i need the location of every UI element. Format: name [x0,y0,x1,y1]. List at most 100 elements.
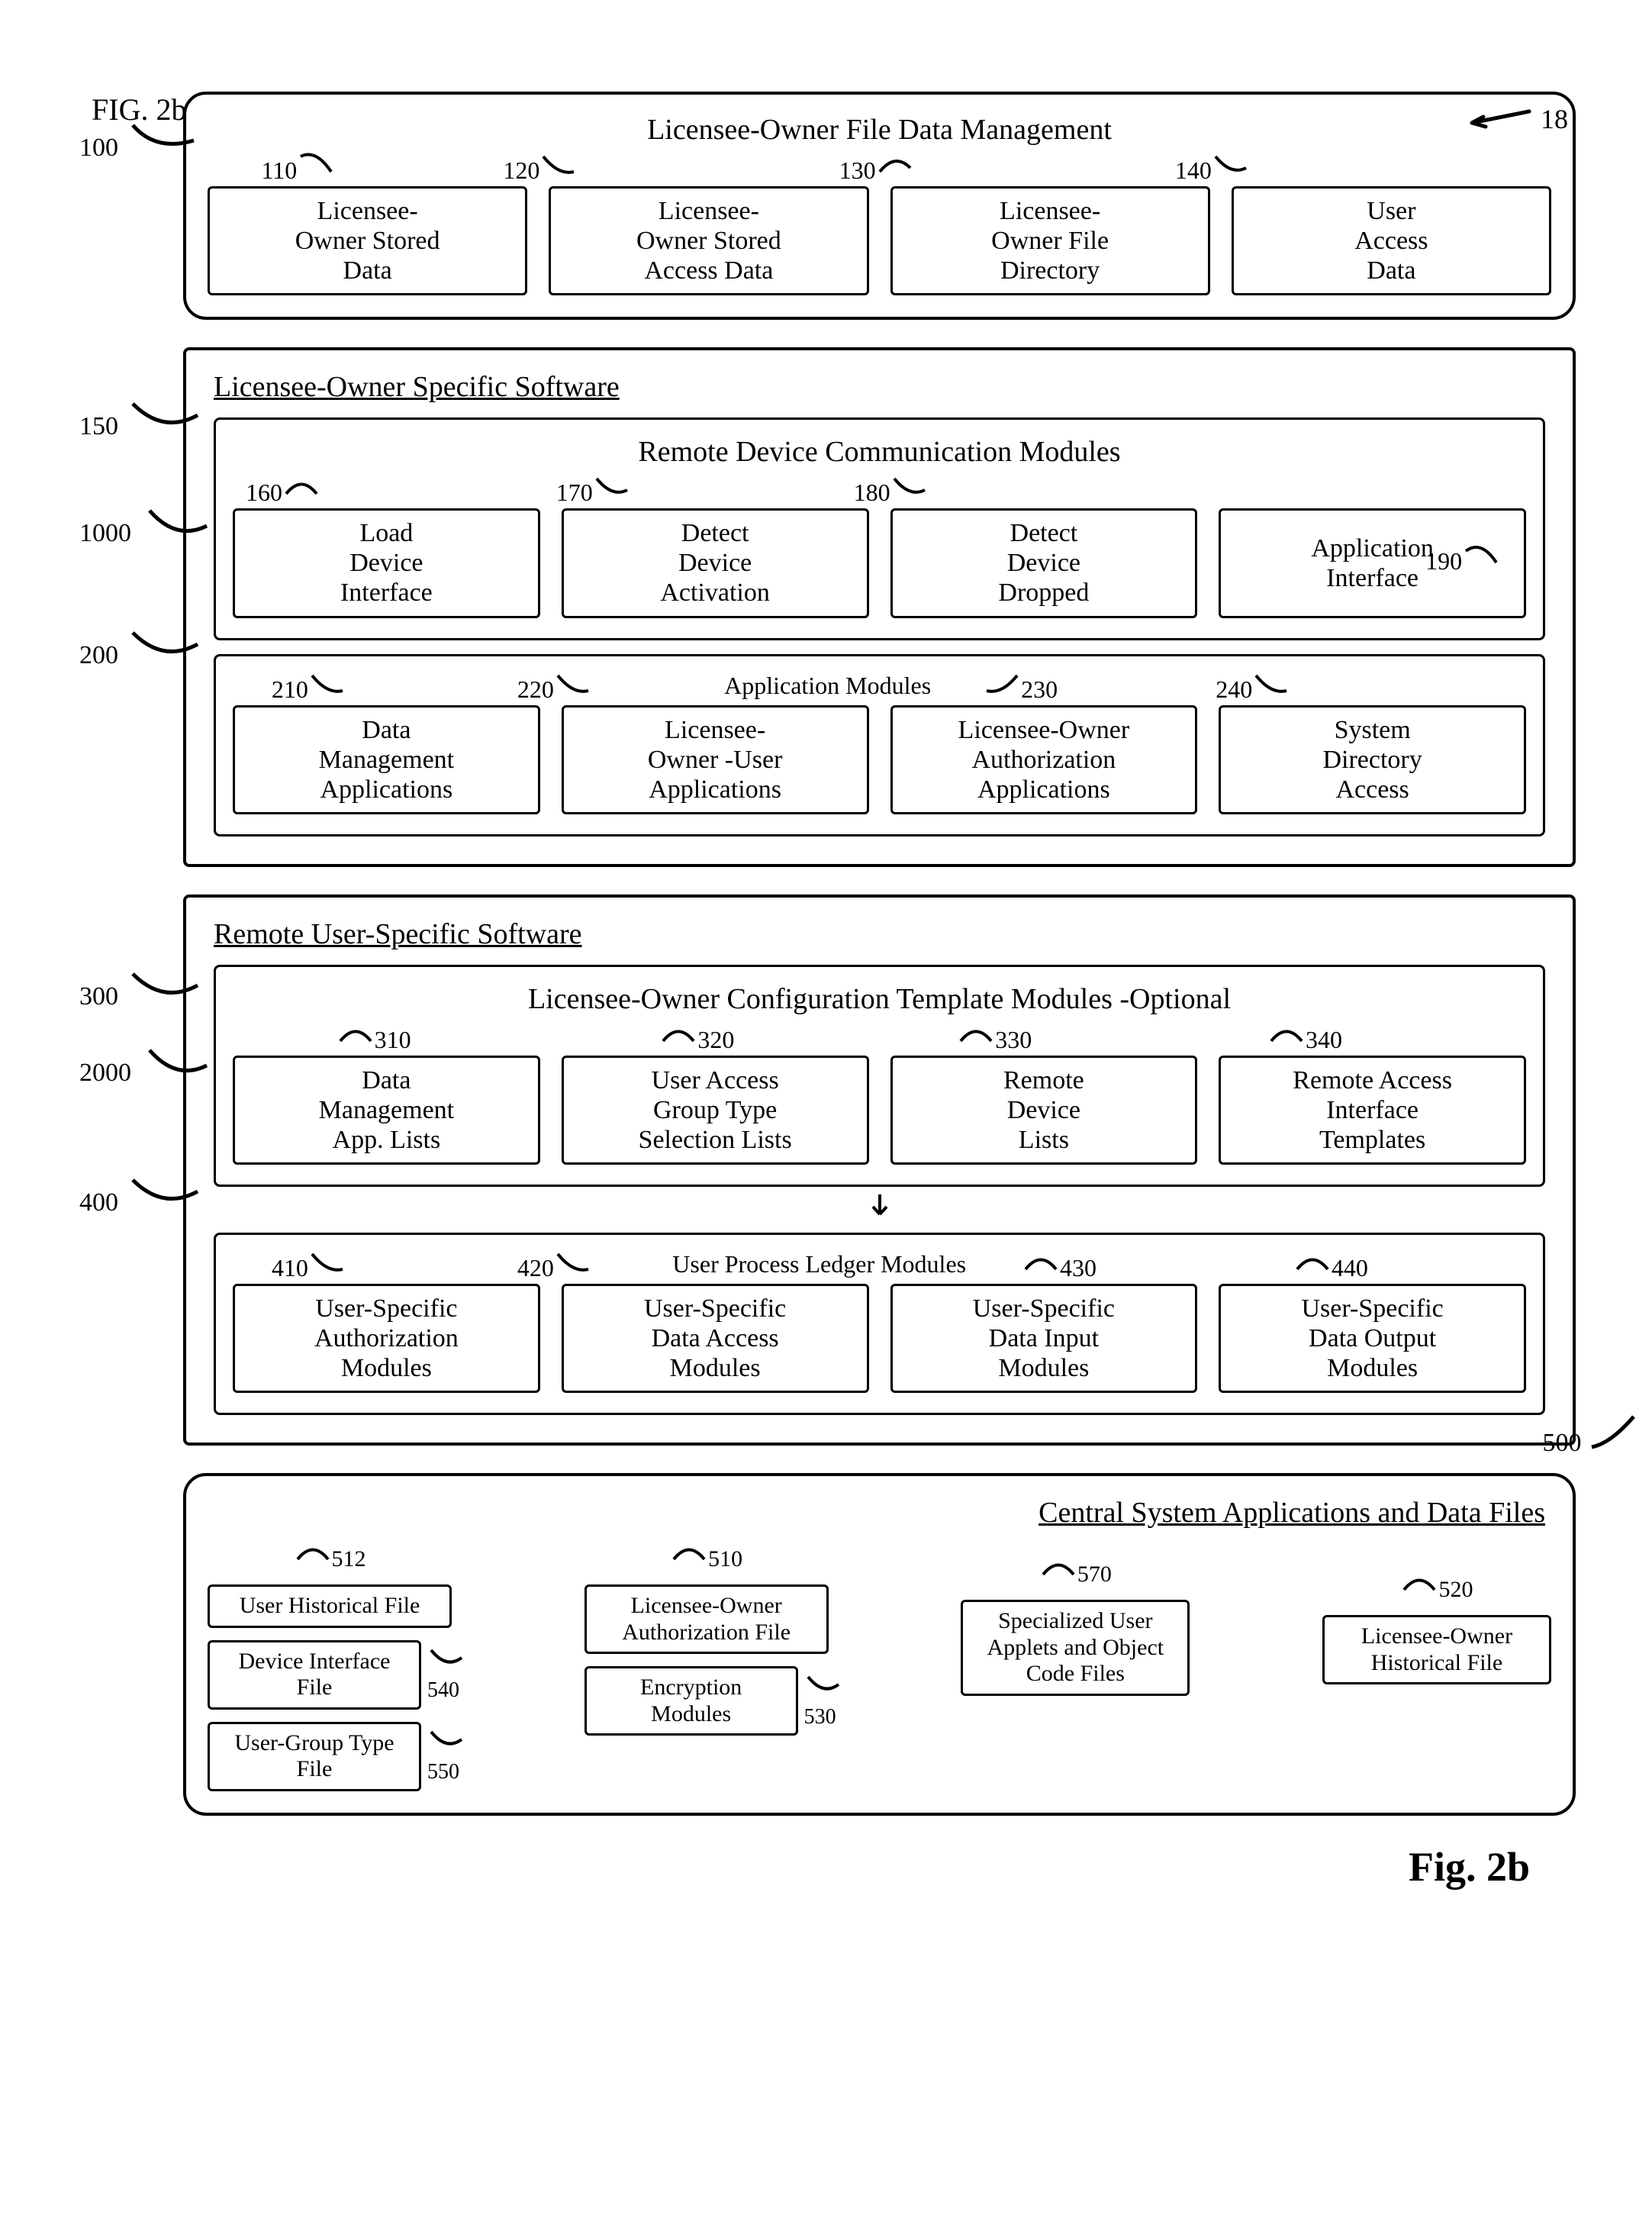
box-licensee-owner-historical-file: Licensee-Owner Historical File [1322,1615,1551,1684]
subsection-config-templates: Licensee-Owner Configuration Template Mo… [214,965,1545,1187]
col-left: 512 User Historical File Device Interfac… [208,1540,452,1791]
leader-icon [125,625,201,663]
box-remote-device-lists: Remote Device Lists [890,1056,1198,1165]
box-row: Licensee- Owner Stored Data Licensee- Ow… [208,186,1551,295]
ref-120: 120 [503,153,578,185]
ref-row: 110 120 130 140 [208,153,1551,186]
ref-row: 310 320 330 340 [233,1022,1526,1056]
section-title: Licensee-Owner Specific Software [214,370,1551,404]
subsection-title: Licensee-Owner Configuration Template Mo… [233,982,1526,1016]
subsection-title: Remote Device Communication Modules [233,435,1526,469]
box-encryption-modules: Encryption Modules [584,1666,798,1736]
box-detect-device-dropped: Detect Device Dropped [890,508,1198,617]
box-licensee-owner-authorization-file: Licensee-Owner Authorization File [584,1584,829,1654]
leader-icon [138,1043,214,1081]
box-row: Load Device Interface Detect Device Acti… [233,508,1526,617]
box-remote-access-interface-templates: Remote Access Interface Templates [1219,1056,1526,1165]
ref-420: 420 [517,1250,592,1282]
ref-130: 130 [839,153,914,185]
ref-550: 550 [427,1728,465,1784]
ref-540: 540 [427,1646,465,1703]
ref-320: 320 [659,1022,734,1054]
ref-440: 440 [1293,1250,1368,1282]
box-licensee-owner-authorization-applications: Licensee-Owner Authorization Application… [890,705,1198,814]
ref-140: 140 [1175,153,1250,185]
leader-icon [125,118,201,156]
ref-340: 340 [1267,1022,1342,1054]
section-title: Remote User-Specific Software [214,917,1551,951]
ref-530: 530 [804,1673,842,1729]
box-data-management-app-lists: Data Management App. Lists [233,1056,540,1165]
box-licensee-owner-file-directory: Licensee- Owner File Directory [890,186,1210,295]
section-central-system: Central System Applications and Data Fil… [183,1473,1576,1816]
box-detect-device-activation: Detect Device Activation [562,508,869,617]
box-data-management-applications: Data Management Applications [233,705,540,814]
section-title: Licensee-Owner File Data Management [208,113,1551,147]
ref-310: 310 [337,1022,411,1054]
box-user-specific-data-output-modules: User-Specific Data Output Modules [1219,1284,1526,1393]
section-title: Central System Applications and Data Fil… [208,1496,1545,1530]
ref-520: 520 [1322,1571,1551,1603]
box-user-specific-data-access-modules: User-Specific Data Access Modules [562,1284,869,1393]
box-specialized-user-applets: Specialized User Applets and Object Code… [961,1600,1190,1696]
ref-510: 510 [584,1540,829,1572]
leader-icon [1588,1413,1641,1451]
col-mid: 510 Licensee-Owner Authorization File En… [584,1540,829,1736]
leader-icon [125,1172,201,1210]
col-520: 520 Licensee-Owner Historical File [1322,1571,1551,1684]
box-licensee-owner-stored-access-data: Licensee- Owner Stored Access Data [549,186,868,295]
box-licensee-owner-stored-data: Licensee- Owner Stored Data [208,186,527,295]
ref-150: 150 [79,396,201,441]
box-user-specific-data-input-modules: User-Specific Data Input Modules [890,1284,1198,1393]
box-user-specific-authorization-modules: User-Specific Authorization Modules [233,1284,540,1393]
box-row: Data Management Applications Licensee- O… [233,705,1526,814]
ref-210: 210 [272,672,346,704]
subsection-application-modules: 210 220 Application Modules 230 240 Data… [214,654,1545,837]
ref-512: 512 [208,1540,452,1572]
box-user-historical-file: User Historical File [208,1584,452,1628]
ref-200: 200 [79,625,201,670]
subsection-remote-device-comm: Remote Device Communication Modules 160 … [214,417,1545,640]
section-file-data-management: 100 Licensee-Owner File Data Management … [183,92,1576,320]
leader-icon [138,503,214,541]
figure-page: FIG. 2b 18 100 Licensee-Owner File Data … [31,92,1621,1891]
ref-220: 220 [517,672,592,704]
ref-300: 300 [79,966,201,1011]
subsection-title: Application Modules [724,672,931,700]
ref-570: 570 [961,1555,1190,1588]
box-row: User-Specific Authorization Modules User… [233,1284,1526,1393]
ref-1000: 1000 [79,503,214,548]
ref-170: 170 [556,475,631,507]
box-licensee-owner-user-applications: Licensee- Owner -User Applications [562,705,869,814]
subsection-title: User Process Ledger Modules [672,1250,966,1278]
section-licensee-owner-specific-software: 150 1000 200 Licensee-Owner Specific Sof… [183,347,1576,867]
ref-410: 410 [272,1250,346,1282]
box-user-group-type-file: User-Group Type File [208,1722,421,1791]
ref-row: 160 170 180 190 [233,475,1526,508]
box-load-device-interface: Load Device Interface [233,508,540,617]
box-row: Data Management App. Lists User Access G… [233,1056,1526,1165]
subsection-user-process-ledger: 410 420 User Process Ledger Modules 430 … [214,1233,1545,1415]
leader-icon [125,396,201,434]
ref-330: 330 [957,1022,1032,1054]
figure-label-bottom: Fig. 2b [31,1843,1621,1891]
ref-110: 110 [261,153,335,185]
ref-230: 230 [983,672,1058,704]
section-remote-user-specific-software: 300 2000 400 Remote User-Specific Softwa… [183,895,1576,1446]
ref-430: 430 [1022,1250,1097,1282]
down-arrow-icon [208,1193,1551,1227]
diagram-stack: 100 Licensee-Owner File Data Management … [183,92,1576,1816]
ref-180: 180 [854,475,929,507]
ref-160: 160 [246,475,320,507]
ref-400: 400 [79,1172,201,1217]
ref-500: 500 [1543,1413,1642,1458]
box-system-directory-access: System Directory Access [1219,705,1526,814]
box-user-access-group-type-selection-lists: User Access Group Type Selection Lists [562,1056,869,1165]
leader-icon [125,966,201,1004]
ref-100: 100 [79,118,201,163]
ref-2000: 2000 [79,1043,214,1088]
ref-190: 190 [1425,543,1500,575]
box-device-interface-file: Device Interface File [208,1640,421,1710]
ref-240: 240 [1216,672,1290,704]
ref-row: 410 420 User Process Ledger Modules 430 … [233,1250,1526,1284]
